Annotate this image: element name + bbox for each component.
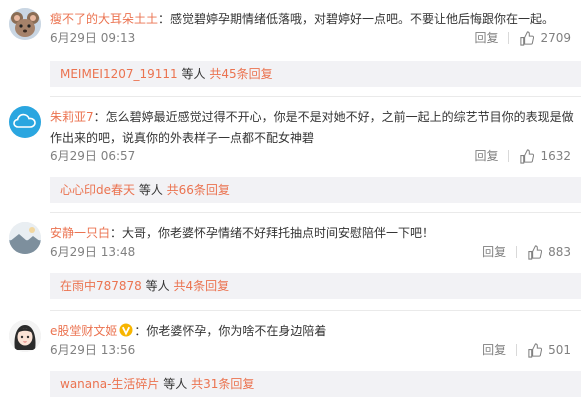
comment-item: 安静一只白：大哥，你老婆怀孕情绪不好拜托抽点时间安慰陪伴一下吧！ 6月29日 1… [0,214,587,312]
thumbs-up-icon[interactable] [519,30,535,46]
reply-button[interactable]: 回复 [474,147,498,165]
avatar[interactable] [9,222,41,254]
comment-meta: 6月29日 13:56 回复 501 [50,341,575,359]
reply-user[interactable]: 心心印de春天 [60,183,135,197]
reply-mid-text: 等人 [159,377,192,391]
action-separator [516,246,518,258]
reply-summary[interactable]: 在雨中787878 等人 共4条回复 [50,273,581,299]
action-separator [508,150,510,162]
comment-time: 6月29日 13:56 [50,343,136,357]
comment-body: ：感觉碧婷孕期情绪低落哦，对碧婷好一点吧。不要让他后悔跟你在一起。 [158,12,555,26]
comment-time: 6月29日 13:48 [50,245,136,259]
divider [50,96,581,97]
thumbs-up-icon[interactable] [527,244,543,260]
divider [50,212,581,213]
reply-user[interactable]: wanana-生活碎片 [60,377,159,391]
comment-username[interactable]: 朱莉亚7 [50,110,94,124]
reply-total-link[interactable]: 共4条回复 [173,279,229,293]
comment-body: ：大哥，你老婆怀孕情绪不好拜托抽点时间安慰陪伴一下吧！ [110,226,435,240]
divider [50,310,581,311]
reply-button[interactable]: 回复 [474,29,498,47]
avatar[interactable] [9,320,41,352]
reply-user[interactable]: MEIMEI1207_19111 [60,67,178,81]
cloud-icon [9,106,41,138]
comment-time: 6月29日 09:13 [50,31,136,45]
comment-text: 朱莉亚7：怎么碧婷最近感觉过得不开心，你是不是对她不好，之前一起上的综艺节目你的… [50,107,575,149]
anime-girl-icon [9,320,41,352]
comment-actions: 回复 2709 [474,29,571,47]
comment-meta: 6月29日 06:57 回复 1632 [50,147,575,165]
thumbs-up-icon[interactable] [519,148,535,164]
comment-body: ：怎么碧婷最近感觉过得不开心，你是不是对她不好，之前一起上的综艺节目你的表现是做… [50,110,574,145]
comment-text: 安静一只白：大哥，你老婆怀孕情绪不好拜托抽点时间安慰陪伴一下吧！ [50,223,575,244]
like-count: 2709 [540,31,571,45]
comment-username[interactable]: 瘦不了的大耳朵土土 [50,12,158,26]
like-count: 1632 [540,149,571,163]
reply-summary[interactable]: MEIMEI1207_19111 等人 共45条回复 [50,61,581,87]
comment-actions: 回复 1632 [474,147,571,165]
comment-meta: 6月29日 13:48 回复 883 [50,243,575,261]
like-count: 883 [548,245,571,259]
cartoon-mouse-icon [9,8,41,40]
comment-actions: 回复 501 [482,341,571,359]
comment-actions: 回复 883 [482,243,571,261]
reply-mid-text: 等人 [141,279,174,293]
action-separator [508,32,510,44]
like-count: 501 [548,343,571,357]
reply-mid-text: 等人 [177,67,210,81]
comment-item: 朱莉亚7：怎么碧婷最近感觉过得不开心，你是不是对她不好，之前一起上的综艺节目你的… [0,98,587,214]
reply-summary[interactable]: 心心印de春天 等人 共66条回复 [50,177,581,203]
comment-body: ：你老婆怀孕，你为啥不在身边陪着 [134,324,327,338]
comment-username[interactable]: e股堂财文姬 [50,324,117,338]
avatar[interactable] [9,8,41,40]
reply-user[interactable]: 在雨中787878 [60,279,142,293]
comment-text: e股堂财文姬 ：你老婆怀孕，你为啥不在身边陪着 [50,321,575,342]
comment-text: 瘦不了的大耳朵土土：感觉碧婷孕期情绪低落哦，对碧婷好一点吧。不要让他后悔跟你在一… [50,9,575,30]
comment-meta: 6月29日 09:13 回复 2709 [50,29,575,47]
comment-list: 瘦不了的大耳朵土土：感觉碧婷孕期情绪低落哦，对碧婷好一点吧。不要让他后悔跟你在一… [0,0,587,410]
comment-time: 6月29日 06:57 [50,149,136,163]
reply-mid-text: 等人 [135,183,167,197]
comment-username[interactable]: 安静一只白 [50,226,110,240]
reply-total-link[interactable]: 共66条回复 [167,183,230,197]
reply-summary[interactable]: wanana-生活碎片 等人 共31条回复 [50,371,581,397]
reply-total-link[interactable]: 共45条回复 [209,67,272,81]
comment-item: 瘦不了的大耳朵土土：感觉碧婷孕期情绪低落哦，对碧婷好一点吧。不要让他后悔跟你在一… [0,0,587,98]
landscape-icon [9,222,41,254]
reply-total-link[interactable]: 共31条回复 [191,377,254,391]
avatar[interactable] [9,106,41,138]
verified-v-icon [119,323,133,337]
reply-button[interactable]: 回复 [482,243,506,261]
thumbs-up-icon[interactable] [527,342,543,358]
reply-button[interactable]: 回复 [482,341,506,359]
action-separator [516,344,518,356]
comment-item: e股堂财文姬 ：你老婆怀孕，你为啥不在身边陪着 6月29日 13:56 回复 50… [0,312,587,410]
